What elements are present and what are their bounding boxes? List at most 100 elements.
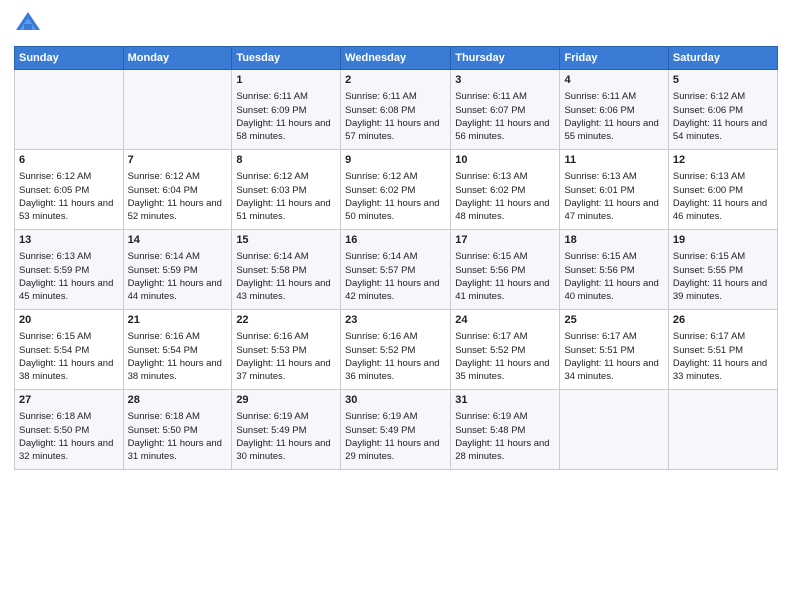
calendar-cell: 21Sunrise: 6:16 AMSunset: 5:54 PMDayligh… [123, 310, 232, 390]
day-info: Daylight: 11 hours and 29 minutes. [345, 437, 446, 464]
calendar-cell: 13Sunrise: 6:13 AMSunset: 5:59 PMDayligh… [15, 230, 124, 310]
day-info: Sunrise: 6:16 AM [345, 330, 446, 343]
day-info: Sunset: 5:54 PM [19, 344, 119, 357]
day-number: 2 [345, 73, 446, 88]
calendar-cell: 29Sunrise: 6:19 AMSunset: 5:49 PMDayligh… [232, 390, 341, 470]
calendar-cell: 1Sunrise: 6:11 AMSunset: 6:09 PMDaylight… [232, 70, 341, 150]
day-info: Sunrise: 6:13 AM [673, 170, 773, 183]
day-number: 31 [455, 393, 555, 408]
day-info: Sunset: 5:56 PM [455, 264, 555, 277]
calendar-cell: 19Sunrise: 6:15 AMSunset: 5:55 PMDayligh… [668, 230, 777, 310]
day-info: Daylight: 11 hours and 53 minutes. [19, 197, 119, 224]
day-info: Daylight: 11 hours and 45 minutes. [19, 277, 119, 304]
day-number: 28 [128, 393, 228, 408]
calendar-cell: 2Sunrise: 6:11 AMSunset: 6:08 PMDaylight… [341, 70, 451, 150]
day-info: Sunrise: 6:11 AM [455, 90, 555, 103]
day-info: Daylight: 11 hours and 37 minutes. [236, 357, 336, 384]
day-info: Sunrise: 6:15 AM [673, 250, 773, 263]
day-info: Daylight: 11 hours and 28 minutes. [455, 437, 555, 464]
day-info: Sunset: 6:00 PM [673, 184, 773, 197]
day-number: 7 [128, 153, 228, 168]
day-info: Sunset: 5:59 PM [128, 264, 228, 277]
calendar-cell: 18Sunrise: 6:15 AMSunset: 5:56 PMDayligh… [560, 230, 668, 310]
logo [14, 10, 46, 38]
day-info: Sunset: 6:04 PM [128, 184, 228, 197]
day-number: 23 [345, 313, 446, 328]
day-info: Daylight: 11 hours and 42 minutes. [345, 277, 446, 304]
day-number: 12 [673, 153, 773, 168]
day-number: 13 [19, 233, 119, 248]
day-info: Sunset: 6:03 PM [236, 184, 336, 197]
day-info: Sunrise: 6:11 AM [345, 90, 446, 103]
day-info: Sunrise: 6:17 AM [455, 330, 555, 343]
calendar-week-3: 13Sunrise: 6:13 AMSunset: 5:59 PMDayligh… [15, 230, 778, 310]
day-info: Sunset: 6:09 PM [236, 104, 336, 117]
calendar-cell: 20Sunrise: 6:15 AMSunset: 5:54 PMDayligh… [15, 310, 124, 390]
day-info: Daylight: 11 hours and 38 minutes. [128, 357, 228, 384]
calendar-cell: 30Sunrise: 6:19 AMSunset: 5:49 PMDayligh… [341, 390, 451, 470]
day-info: Daylight: 11 hours and 30 minutes. [236, 437, 336, 464]
day-info: Daylight: 11 hours and 33 minutes. [673, 357, 773, 384]
calendar-cell: 5Sunrise: 6:12 AMSunset: 6:06 PMDaylight… [668, 70, 777, 150]
day-number: 22 [236, 313, 336, 328]
day-info: Daylight: 11 hours and 31 minutes. [128, 437, 228, 464]
day-info: Sunset: 5:56 PM [564, 264, 663, 277]
day-info: Sunset: 5:51 PM [673, 344, 773, 357]
day-number: 26 [673, 313, 773, 328]
weekday-header-saturday: Saturday [668, 47, 777, 70]
day-info: Daylight: 11 hours and 51 minutes. [236, 197, 336, 224]
calendar-cell: 16Sunrise: 6:14 AMSunset: 5:57 PMDayligh… [341, 230, 451, 310]
day-info: Sunrise: 6:11 AM [564, 90, 663, 103]
day-number: 10 [455, 153, 555, 168]
day-number: 16 [345, 233, 446, 248]
calendar-cell: 3Sunrise: 6:11 AMSunset: 6:07 PMDaylight… [451, 70, 560, 150]
day-number: 15 [236, 233, 336, 248]
calendar-cell: 12Sunrise: 6:13 AMSunset: 6:00 PMDayligh… [668, 150, 777, 230]
calendar-cell [668, 390, 777, 470]
day-number: 17 [455, 233, 555, 248]
day-info: Sunrise: 6:12 AM [128, 170, 228, 183]
calendar-week-2: 6Sunrise: 6:12 AMSunset: 6:05 PMDaylight… [15, 150, 778, 230]
day-number: 6 [19, 153, 119, 168]
calendar-cell: 11Sunrise: 6:13 AMSunset: 6:01 PMDayligh… [560, 150, 668, 230]
day-info: Sunset: 6:02 PM [345, 184, 446, 197]
day-info: Daylight: 11 hours and 58 minutes. [236, 117, 336, 144]
day-info: Sunrise: 6:14 AM [236, 250, 336, 263]
day-number: 5 [673, 73, 773, 88]
calendar-cell [15, 70, 124, 150]
day-info: Sunrise: 6:15 AM [19, 330, 119, 343]
calendar-cell: 14Sunrise: 6:14 AMSunset: 5:59 PMDayligh… [123, 230, 232, 310]
day-info: Daylight: 11 hours and 41 minutes. [455, 277, 555, 304]
calendar-table: SundayMondayTuesdayWednesdayThursdayFrid… [14, 46, 778, 470]
day-info: Sunset: 5:55 PM [673, 264, 773, 277]
day-number: 20 [19, 313, 119, 328]
day-info: Sunrise: 6:14 AM [128, 250, 228, 263]
day-info: Daylight: 11 hours and 34 minutes. [564, 357, 663, 384]
day-info: Daylight: 11 hours and 50 minutes. [345, 197, 446, 224]
day-info: Sunrise: 6:12 AM [673, 90, 773, 103]
day-info: Daylight: 11 hours and 35 minutes. [455, 357, 555, 384]
day-info: Sunset: 6:07 PM [455, 104, 555, 117]
calendar-cell: 24Sunrise: 6:17 AMSunset: 5:52 PMDayligh… [451, 310, 560, 390]
day-info: Daylight: 11 hours and 55 minutes. [564, 117, 663, 144]
day-info: Sunset: 5:51 PM [564, 344, 663, 357]
day-info: Daylight: 11 hours and 40 minutes. [564, 277, 663, 304]
calendar-cell: 4Sunrise: 6:11 AMSunset: 6:06 PMDaylight… [560, 70, 668, 150]
day-info: Sunset: 6:05 PM [19, 184, 119, 197]
day-info: Sunset: 5:53 PM [236, 344, 336, 357]
day-number: 1 [236, 73, 336, 88]
calendar-week-5: 27Sunrise: 6:18 AMSunset: 5:50 PMDayligh… [15, 390, 778, 470]
day-info: Sunset: 5:50 PM [128, 424, 228, 437]
weekday-header-thursday: Thursday [451, 47, 560, 70]
weekday-header-wednesday: Wednesday [341, 47, 451, 70]
day-info: Daylight: 11 hours and 43 minutes. [236, 277, 336, 304]
day-info: Sunrise: 6:12 AM [19, 170, 119, 183]
day-info: Sunset: 6:06 PM [673, 104, 773, 117]
calendar-cell [123, 70, 232, 150]
day-info: Daylight: 11 hours and 47 minutes. [564, 197, 663, 224]
day-info: Sunset: 5:50 PM [19, 424, 119, 437]
day-info: Sunrise: 6:14 AM [345, 250, 446, 263]
day-info: Sunset: 6:01 PM [564, 184, 663, 197]
day-info: Daylight: 11 hours and 32 minutes. [19, 437, 119, 464]
calendar-cell: 26Sunrise: 6:17 AMSunset: 5:51 PMDayligh… [668, 310, 777, 390]
